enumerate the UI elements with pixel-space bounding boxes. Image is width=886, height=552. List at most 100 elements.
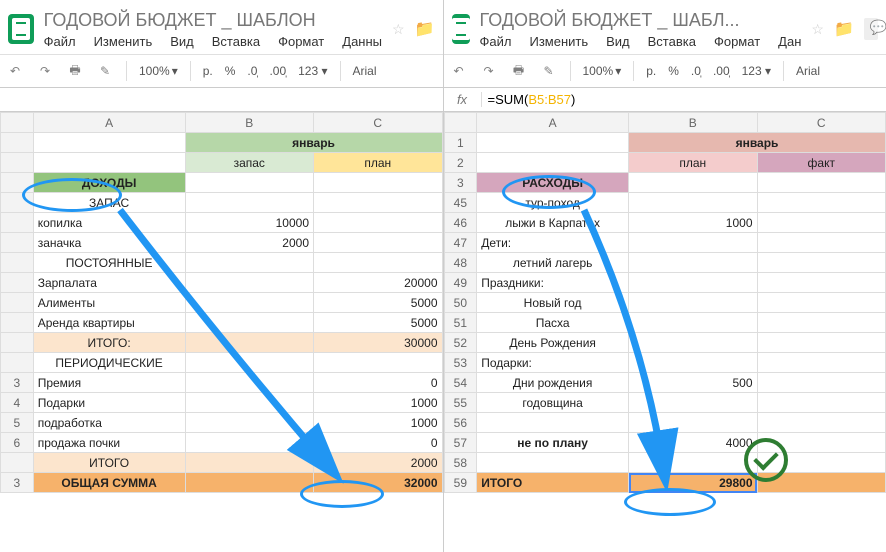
row[interactable]: 3РАСХОДЫ [444,173,886,193]
folder-icon[interactable]: 📁 [415,19,435,39]
col-b[interactable]: B [629,113,757,133]
col-b[interactable]: B [185,113,313,133]
menu-insert[interactable]: Вставка [648,34,696,49]
redo-icon[interactable]: ↷ [36,62,54,80]
menu-edit[interactable]: Изменить [94,34,153,49]
row[interactable]: 53Подарки: [444,353,886,373]
row[interactable]: ЗАПАС [1,193,443,213]
menu-view[interactable]: Вид [170,34,194,49]
sheets-logo-icon [8,14,34,44]
row[interactable]: 4Подарки1000 [1,393,443,413]
left-window: ГОДОВОЙ БЮДЖЕТ _ ШАБЛОН Файл Изменить Ви… [0,0,444,552]
print-icon[interactable]: 🖶 [510,62,528,80]
redo-icon[interactable]: ↷ [480,62,498,80]
menu-insert[interactable]: Вставка [212,34,260,49]
row[interactable]: 3Премия0 [1,373,443,393]
formula-value[interactable]: =SUM(B5:B57) [482,92,576,107]
header: ГОДОВОЙ БЮДЖЕТ _ ШАБЛ... Файл Изменить В… [444,0,886,54]
row[interactable]: ДОХОДЫ [1,173,443,193]
dec-dec-icon[interactable]: .0̩ [247,64,257,78]
paint-icon[interactable]: ✎ [96,62,114,80]
row[interactable]: 55годовщина [444,393,886,413]
star-icon[interactable]: ☆ [811,21,824,38]
toolbar: ↶ ↷ 🖶 ✎ 100% ▾ р. % .0̩ .00̩ 123 ▾ Arial [0,54,443,88]
more-formats[interactable]: 123 ▾ [298,64,327,78]
row[interactable]: 1январь [444,133,886,153]
menu-file[interactable]: Файл [44,34,76,49]
row[interactable]: ИТОГО:30000 [1,333,443,353]
row[interactable]: 46лыжи в Карпатах1000 [444,213,886,233]
menu-file[interactable]: Файл [480,34,512,49]
currency-label[interactable]: р. [203,64,213,78]
col-c[interactable]: C [757,113,886,133]
menu-view[interactable]: Вид [606,34,630,49]
doc-title[interactable]: ГОДОВОЙ БЮДЖЕТ _ ШАБЛОН [44,10,382,31]
font-select[interactable]: Arial [353,64,377,78]
row[interactable]: ПЕРИОДИЧЕСКИЕ [1,353,443,373]
row[interactable]: 52День Рождения [444,333,886,353]
print-icon[interactable]: 🖶 [66,62,84,80]
annotation-check-icon [744,438,788,482]
row[interactable]: 5подработка1000 [1,413,443,433]
row[interactable]: запасплан [1,153,443,173]
row[interactable]: 57не по плану4000 [444,433,886,453]
dec-inc-icon[interactable]: .00̩ [713,64,730,78]
menu-format[interactable]: Формат [278,34,324,49]
menu-bar: Файл Изменить Вид Вставка Формат Дан [480,34,802,49]
grid[interactable]: A B C январь запасплан ДОХОДЫ ЗАПАС копи… [0,112,443,493]
header: ГОДОВОЙ БЮДЖЕТ _ ШАБЛОН Файл Изменить Ви… [0,0,443,54]
row[interactable]: 51Пасха [444,313,886,333]
doc-title[interactable]: ГОДОВОЙ БЮДЖЕТ _ ШАБЛ... [480,10,802,31]
row[interactable]: Зарпалата20000 [1,273,443,293]
col-a[interactable]: A [33,113,185,133]
fx-icon: fx [444,92,482,107]
menu-data[interactable]: Данны [342,34,382,49]
undo-icon[interactable]: ↶ [450,62,468,80]
percent-icon[interactable]: % [668,64,679,78]
row[interactable]: 54Дни рождения500 [444,373,886,393]
row[interactable]: ИТОГО2000 [1,453,443,473]
menu-format[interactable]: Формат [714,34,760,49]
zoom-select[interactable]: 100% ▾ [139,64,178,78]
row[interactable]: заначка2000 [1,233,443,253]
comments-icon[interactable] [864,18,878,40]
row[interactable]: январь [1,133,443,153]
row[interactable]: 58 [444,453,886,473]
formula-bar[interactable]: fx =SUM(B5:B57) [444,88,886,112]
row[interactable]: 49Праздники: [444,273,886,293]
star-icon[interactable]: ☆ [392,21,405,38]
menu-edit[interactable]: Изменить [529,34,588,49]
font-select[interactable]: Arial [796,64,820,78]
row[interactable]: копилка10000 [1,213,443,233]
row[interactable]: Аренда квартиры5000 [1,313,443,333]
row[interactable]: 3ОБЩАЯ СУММА32000 [1,473,443,493]
formula-bar[interactable] [0,88,443,112]
currency-label[interactable]: р. [646,64,656,78]
zoom-select[interactable]: 100% ▾ [583,64,622,78]
more-formats[interactable]: 123 ▾ [742,64,771,78]
select-all[interactable] [444,113,477,133]
row[interactable]: Алименты5000 [1,293,443,313]
col-a[interactable]: A [477,113,629,133]
row[interactable]: 50Новый год [444,293,886,313]
dec-dec-icon[interactable]: .0̩ [691,64,701,78]
undo-icon[interactable]: ↶ [6,62,24,80]
row[interactable]: 6продажа почки0 [1,433,443,453]
row[interactable]: 47Дети: [444,233,886,253]
dec-inc-icon[interactable]: .00̩ [269,64,286,78]
row[interactable]: 48летний лагерь [444,253,886,273]
paint-icon[interactable]: ✎ [540,62,558,80]
row[interactable]: 56 [444,413,886,433]
row[interactable]: 45тур-поход [444,193,886,213]
select-all[interactable] [1,113,34,133]
percent-icon[interactable]: % [225,64,236,78]
folder-icon[interactable]: 📁 [834,19,854,39]
grid[interactable]: A B C 1январь 2планфакт 3РАСХОДЫ 45тур-п… [444,112,886,493]
menu-data[interactable]: Дан [778,34,801,49]
row[interactable]: ПОСТОЯННЫЕ [1,253,443,273]
col-c[interactable]: C [314,113,443,133]
row[interactable]: 59ИТОГО29800 [444,473,886,493]
toolbar: ↶ ↷ 🖶 ✎ 100% ▾ р. % .0̩ .00̩ 123 ▾ Arial [444,54,886,88]
menu-bar: Файл Изменить Вид Вставка Формат Данны [44,34,382,49]
row[interactable]: 2планфакт [444,153,886,173]
